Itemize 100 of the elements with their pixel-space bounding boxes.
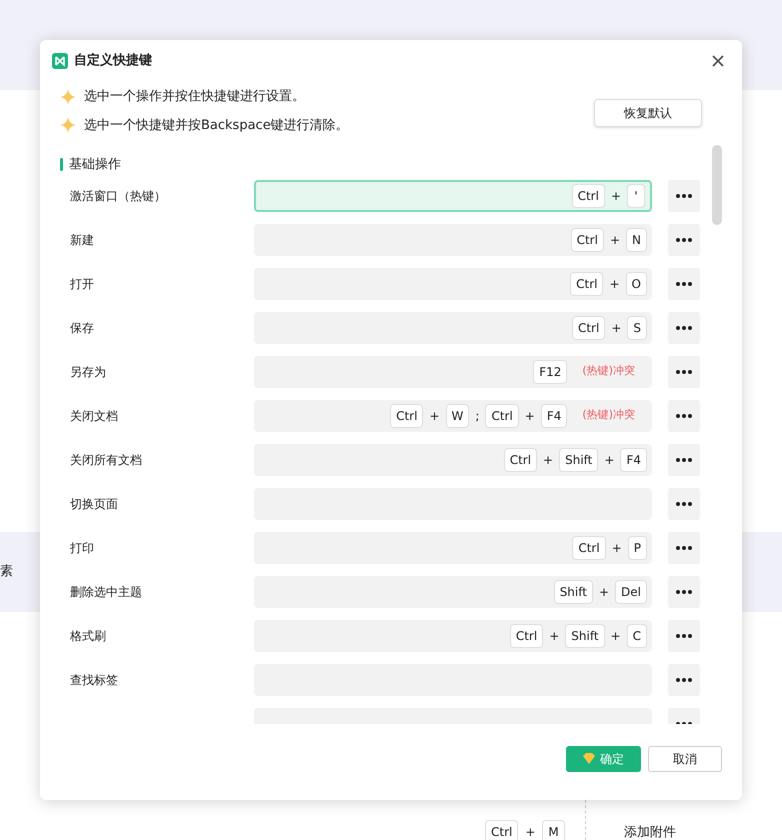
key-cap: M bbox=[542, 820, 565, 840]
cancel-button[interactable]: 取消 bbox=[648, 746, 722, 772]
more-icon bbox=[676, 502, 692, 506]
more-icon bbox=[676, 194, 692, 198]
key-separator: + bbox=[610, 628, 622, 644]
shortcut-label: 关闭所有文档 bbox=[69, 452, 143, 468]
key-cap: Ctrl bbox=[570, 272, 604, 296]
more-button[interactable] bbox=[668, 532, 700, 564]
more-button[interactable] bbox=[668, 400, 700, 432]
key-cap: ' bbox=[627, 184, 645, 208]
restore-defaults-button[interactable]: 恢复默认 bbox=[594, 99, 702, 127]
key-cap: S bbox=[627, 316, 647, 340]
more-icon bbox=[676, 238, 692, 242]
more-button[interactable] bbox=[668, 356, 700, 388]
key-cap: C bbox=[626, 624, 647, 648]
key-cap: W bbox=[446, 404, 470, 428]
key-separator: + bbox=[608, 232, 622, 248]
hint-text: 选中一个快捷键并按Backspace键进行清除。 bbox=[84, 116, 349, 134]
key-cap: F12 bbox=[533, 360, 568, 384]
shortcut-label: 切换页面 bbox=[69, 496, 119, 512]
shortcut-label: 查找标签 bbox=[69, 672, 119, 688]
shortcut-field[interactable]: Ctrl + Shift + F4 bbox=[254, 444, 652, 476]
more-button[interactable] bbox=[668, 180, 700, 212]
more-icon bbox=[676, 458, 692, 462]
key-separator: + bbox=[598, 584, 610, 600]
key-separator: + bbox=[548, 628, 560, 644]
shortcut-label: 新建 bbox=[69, 232, 95, 248]
more-button[interactable] bbox=[668, 312, 700, 344]
key-cap: Shift bbox=[565, 624, 605, 648]
shortcut-field[interactable]: Ctrl + S bbox=[254, 312, 652, 344]
shortcut-field[interactable]: Ctrl + P bbox=[254, 532, 652, 564]
more-button[interactable] bbox=[668, 224, 700, 256]
key-cap: Del bbox=[615, 580, 647, 604]
more-icon bbox=[676, 282, 692, 286]
more-button[interactable] bbox=[668, 488, 700, 520]
shortcut-label: 保存 bbox=[69, 320, 95, 336]
section-title: 基础操作 bbox=[69, 156, 121, 174]
shortcut-field[interactable]: Ctrl + O bbox=[254, 268, 652, 300]
key-cap: F4 bbox=[540, 404, 568, 428]
shortcut-label: 激活窗口（热键） bbox=[69, 188, 167, 204]
shortcut-label: 关闭文档 bbox=[69, 408, 119, 424]
more-icon bbox=[676, 326, 692, 330]
conflict-warning: (热键)冲突 bbox=[582, 363, 635, 380]
key-cap: Shift bbox=[559, 448, 598, 472]
diamond-icon bbox=[583, 753, 595, 764]
key-cap: Ctrl bbox=[572, 316, 606, 340]
sparkle-icon bbox=[60, 117, 76, 134]
app-logo-icon bbox=[52, 53, 68, 69]
shortcut-field[interactable]: Ctrl + Shift + C bbox=[254, 620, 652, 652]
key-cap: P bbox=[628, 536, 647, 560]
more-icon bbox=[676, 590, 692, 594]
section-marker bbox=[60, 158, 63, 172]
shortcut-label: 打开 bbox=[69, 276, 95, 292]
key-separator: + bbox=[524, 408, 536, 424]
more-button[interactable] bbox=[668, 268, 700, 300]
more-button[interactable] bbox=[668, 576, 700, 608]
more-icon bbox=[676, 678, 692, 682]
more-icon bbox=[676, 634, 692, 638]
sparkle-icon bbox=[60, 88, 76, 105]
shortcut-field[interactable]: Ctrl + W ; Ctrl + F4 (热键)冲突 bbox=[254, 400, 652, 432]
more-button[interactable] bbox=[668, 664, 700, 696]
shortcut-label: 格式刷 bbox=[69, 628, 107, 644]
more-button[interactable] bbox=[668, 620, 700, 652]
key-cap: Ctrl bbox=[572, 184, 605, 208]
key-cap: Ctrl bbox=[572, 536, 606, 560]
side-text: 素 bbox=[0, 563, 13, 581]
shortcut-label: 删除选中主题 bbox=[69, 584, 143, 600]
key-cap: Ctrl bbox=[485, 820, 518, 840]
more-icon bbox=[676, 546, 692, 550]
key-separator: + bbox=[428, 408, 441, 424]
key-cap: O bbox=[626, 272, 647, 296]
key-cap: Ctrl bbox=[504, 448, 538, 472]
scrollbar[interactable] bbox=[712, 144, 722, 224]
key-separator: + bbox=[610, 188, 622, 204]
more-icon bbox=[676, 414, 692, 418]
key-separator: + bbox=[608, 276, 621, 292]
more-button[interactable] bbox=[668, 444, 700, 476]
shortcut-field[interactable]: Ctrl + ' bbox=[254, 180, 652, 212]
hint-text: 选中一个操作并按住快捷键进行设置。 bbox=[84, 88, 305, 106]
key-separator: ; bbox=[474, 408, 480, 424]
key-cap: Ctrl bbox=[570, 228, 604, 252]
dialog-title: 自定义快捷键 bbox=[74, 52, 152, 70]
menu-item[interactable]: 添加附件 bbox=[624, 823, 676, 840]
key-separator: + bbox=[610, 540, 623, 556]
key-cap: N bbox=[626, 228, 647, 252]
key-separator: + bbox=[603, 452, 616, 468]
key-cap: Ctrl bbox=[510, 624, 544, 648]
key-cap: F4 bbox=[620, 448, 647, 472]
shortcut-field[interactable]: F12 (热键)冲突 bbox=[254, 356, 652, 388]
key-separator: + bbox=[610, 320, 622, 336]
shortcut-label: 另存为 bbox=[69, 364, 107, 380]
shortcut-field[interactable]: Shift + Del bbox=[254, 576, 652, 608]
key-cap: Shift bbox=[554, 580, 593, 604]
shortcut-field[interactable]: Ctrl + N bbox=[254, 224, 652, 256]
shortcut-label: 打印 bbox=[69, 540, 95, 556]
key-cap: Ctrl bbox=[390, 404, 424, 428]
key-separator: + bbox=[524, 824, 536, 840]
close-icon[interactable] bbox=[712, 55, 724, 67]
key-separator: + bbox=[542, 452, 554, 468]
conflict-warning: (热键)冲突 bbox=[582, 407, 635, 424]
